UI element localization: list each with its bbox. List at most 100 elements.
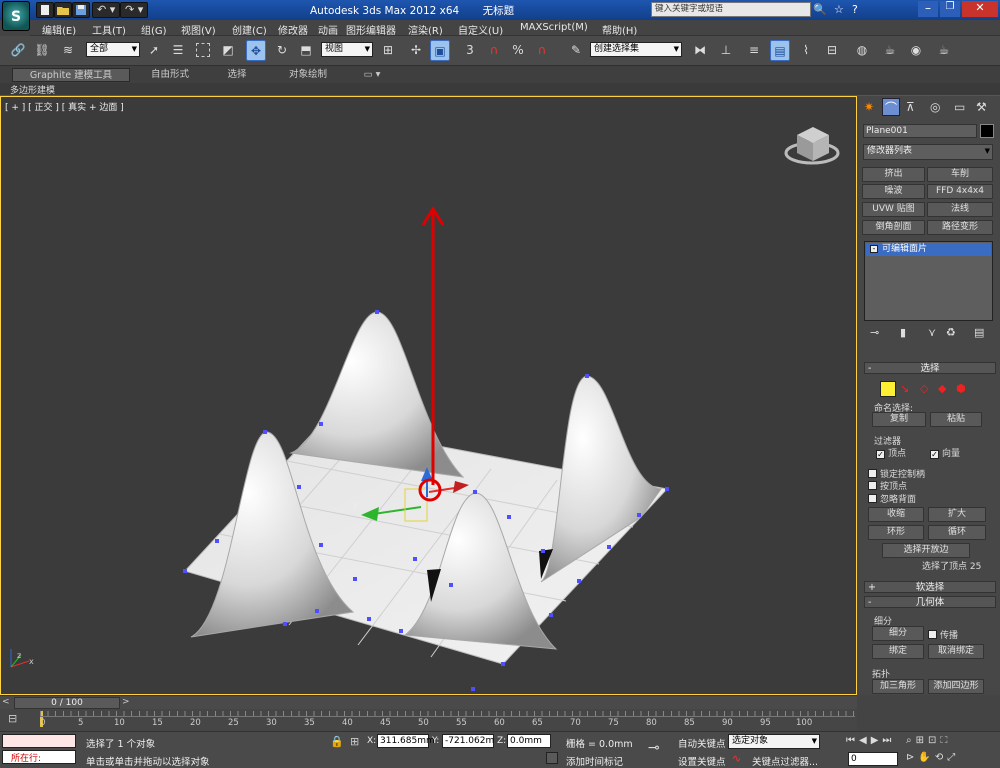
menu-graph-editors[interactable]: 图形编辑器 [346, 22, 396, 37]
key-filters-button[interactable]: 关键点过滤器... [752, 754, 818, 768]
rollout-geometry[interactable]: - 几何体 [864, 596, 996, 608]
vector-filter-checkbox[interactable]: ✓ 向量 [930, 446, 960, 459]
motion-tab-icon[interactable]: ◎ [930, 100, 940, 114]
menu-maxscript[interactable]: MAXScript(M) [520, 22, 588, 33]
mini-curve-editor-icon[interactable]: ⊟ [8, 712, 17, 725]
path-deform-button[interactable]: 路径变形 [927, 220, 993, 235]
viewport-nav-controls[interactable]: ⌕⊞⊡⛶ [906, 735, 951, 746]
bind-space-warp-icon[interactable]: ≋ [58, 40, 78, 61]
open-file-icon[interactable] [54, 2, 72, 18]
bevel-profile-button[interactable]: 倒角剖面 [862, 220, 925, 235]
menu-rendering[interactable]: 渲染(R) [408, 22, 443, 37]
propagate-checkbox[interactable]: 传播 [928, 628, 958, 641]
ribbon-options-icon[interactable]: ▭ ▾ [360, 68, 384, 82]
handle-mode-icon[interactable]: ↘ [900, 382, 909, 395]
running-label[interactable]: 所在行: [2, 750, 76, 764]
pivot-center-icon[interactable]: ⊞ [378, 40, 398, 61]
menu-tools[interactable]: 工具(T) [92, 22, 126, 37]
rendered-frame-icon[interactable]: ◉ [906, 40, 926, 61]
menu-modifiers[interactable]: 修改器 [278, 22, 308, 37]
rollout-selection[interactable]: - 选择 [864, 362, 996, 374]
paste-button[interactable]: 粘贴 [930, 412, 982, 427]
render-production-icon[interactable]: ☕ [934, 40, 954, 61]
ffd-button[interactable]: FFD 4x4x4 [927, 184, 993, 199]
new-file-icon[interactable] [36, 2, 54, 18]
layer-manager-icon[interactable]: ≡ [744, 40, 764, 61]
bind-button[interactable]: 绑定 [872, 644, 924, 659]
select-link-icon[interactable]: 🔗 [8, 40, 28, 61]
ignore-backfacing-checkbox[interactable]: 忽略背面 [868, 492, 916, 505]
lathe-button[interactable]: 车削 [927, 167, 993, 182]
percent-snap-icon[interactable]: % [508, 40, 528, 61]
menu-views[interactable]: 视图(V) [181, 22, 216, 37]
select-open-edges-button[interactable]: 选择开放边 [882, 543, 970, 558]
schematic-view-icon[interactable]: ⊟ [822, 40, 842, 61]
element-mode-icon[interactable]: ⬢ [956, 382, 966, 395]
utilities-tab-icon[interactable]: ⚒ [976, 100, 987, 114]
current-frame-field[interactable]: 0 [848, 752, 898, 766]
spinner-snap-icon[interactable]: ∩ [532, 40, 552, 61]
grow-button[interactable]: 扩大 [928, 507, 986, 522]
polygon-modeling-label[interactable]: 多边形建模 [10, 83, 55, 96]
select-scale-icon[interactable]: ⬒ [296, 40, 316, 61]
search-icon[interactable]: 🔍 [813, 3, 827, 16]
normal-button[interactable]: 法线 [927, 202, 993, 217]
modify-tab-icon[interactable]: ⌒ [882, 98, 900, 116]
select-by-name-icon[interactable]: ☰ [168, 40, 188, 61]
playback-controls[interactable]: ⏮◀▶⏭ [846, 735, 895, 746]
edge-mode-icon[interactable]: ◇ [920, 382, 928, 395]
window-crossing-icon[interactable]: ◩ [218, 40, 238, 61]
noise-button[interactable]: 噪波 [862, 184, 925, 199]
object-color-swatch[interactable] [980, 124, 994, 138]
show-end-result-icon[interactable]: ▮ [900, 326, 906, 339]
modifier-list-dropdown[interactable]: 修改器列表 [863, 144, 993, 160]
reference-coord-dropdown[interactable]: 视图 [321, 42, 373, 57]
menu-help[interactable]: 帮助(H) [602, 22, 637, 37]
key-filter-curve-icon[interactable]: ∿ [732, 752, 741, 765]
viewport-nav-controls-2[interactable]: ⊳✋⟲⤢ [906, 752, 959, 763]
remove-modifier-icon[interactable]: ♻ [946, 326, 956, 339]
menu-group[interactable]: 组(G) [141, 22, 167, 37]
viewport-label[interactable]: [ + ] [ 正交 ] [ 真实 + 边面 ] [5, 100, 124, 113]
add-triangle-button[interactable]: 加三角形 [872, 679, 924, 694]
viewcube[interactable] [784, 127, 840, 165]
object-name-field[interactable]: Plane001 [863, 124, 977, 138]
time-slider-thumb[interactable]: 0 / 100 [14, 697, 120, 709]
time-next-icon[interactable]: > [122, 697, 130, 707]
redo-icon[interactable]: ↷ ▾ [120, 2, 148, 18]
configure-sets-icon[interactable]: ▤ [974, 326, 984, 339]
display-tab-icon[interactable]: ▭ [954, 100, 965, 114]
menu-create[interactable]: 创建(C) [232, 22, 267, 37]
x-coordinate-field[interactable]: 311.685mm [377, 734, 435, 748]
graphite-toggle-icon[interactable]: ▤ [770, 40, 790, 61]
z-coordinate-field[interactable]: 0.0mm [507, 734, 551, 748]
by-vertex-checkbox[interactable]: 按顶点 [868, 479, 907, 492]
select-object-icon[interactable]: ➚ [144, 40, 164, 61]
auto-key-button[interactable]: 自动关键点 [678, 736, 726, 750]
stack-item-editable-patch[interactable]: 可编辑面片 [866, 243, 991, 256]
vertex-filter-checkbox[interactable]: ✓ 顶点 [876, 446, 906, 459]
angle-snap-icon[interactable]: ∩ [484, 40, 504, 61]
search-input[interactable]: 键入关键字或短语 [651, 2, 811, 17]
key-target-dropdown[interactable]: 选定对象 [728, 734, 820, 749]
restore-button[interactable]: ❐ [940, 1, 960, 17]
pin-stack-icon[interactable]: ⊸ [870, 326, 879, 339]
add-quad-button[interactable]: 添加四边形 [928, 679, 984, 694]
select-move-icon[interactable]: ✥ [246, 40, 266, 61]
render-setup-icon[interactable]: ☕ [880, 40, 900, 61]
y-coordinate-field[interactable]: -721.062m [442, 734, 494, 748]
loop-button[interactable]: 循环 [928, 525, 986, 540]
app-logo-icon[interactable]: S [2, 1, 30, 31]
rect-selection-icon[interactable] [193, 40, 213, 61]
key-icon[interactable]: ⊸ [648, 740, 660, 756]
select-rotate-icon[interactable]: ↻ [272, 40, 292, 61]
peak-back-left[interactable] [289, 311, 465, 478]
info-icon[interactable]: ? [852, 3, 858, 16]
stack-expand-icon[interactable]: - [870, 245, 878, 253]
vertex-mode-icon[interactable] [880, 381, 896, 397]
select-manipulate-icon[interactable]: ✢ [406, 40, 426, 61]
save-icon[interactable] [72, 2, 90, 18]
edit-named-selection-icon[interactable]: ✎ [566, 40, 586, 61]
minimize-button[interactable]: – [918, 1, 938, 17]
unlink-icon[interactable]: ⛓ [32, 40, 52, 61]
